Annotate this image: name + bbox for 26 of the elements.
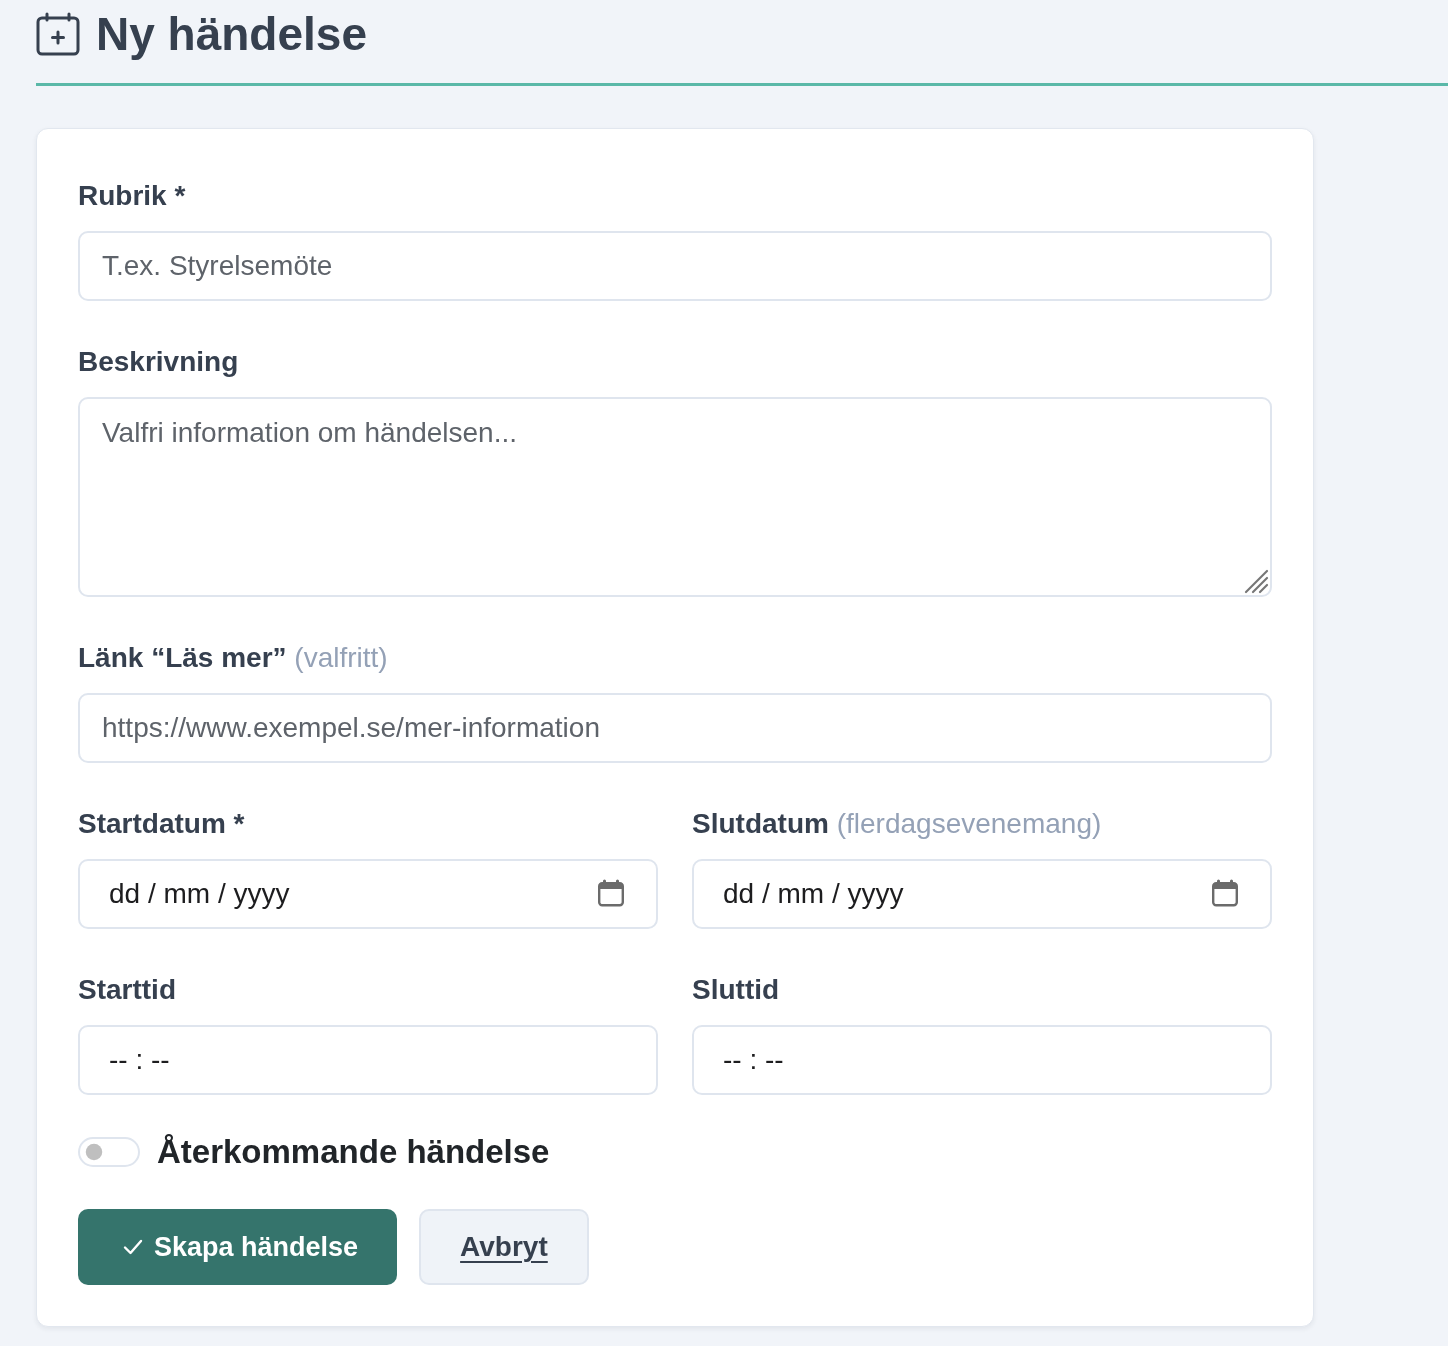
calendar-icon[interactable] <box>1211 879 1239 907</box>
page-title: Ny händelse <box>96 8 367 60</box>
toggle-label: Återkommande händelse <box>157 1133 550 1171</box>
text-field[interactable]: T.ex. Styrelsemöte <box>78 231 1272 301</box>
calendar-plus-icon <box>36 12 80 56</box>
text-area[interactable]: Valfri information om händelsen... <box>78 397 1272 597</box>
date-field[interactable]: dd / mm / yyyy <box>78 859 658 929</box>
field-label: Slutdatum <box>692 808 829 839</box>
field-label: Starttid <box>78 974 176 1005</box>
field-label: Länk “Läs mer” <box>78 642 287 673</box>
field-note: (flerdagsevenemang) <box>836 808 1102 839</box>
resize-grip-icon[interactable] <box>1244 569 1269 594</box>
create-button[interactable]: Skapa händelse <box>78 1209 398 1285</box>
field-label: Sluttid <box>692 974 780 1005</box>
toggle-switch[interactable] <box>78 1137 140 1167</box>
check-icon <box>123 1239 143 1255</box>
field-label: Startdatum * <box>78 808 245 839</box>
field-label: Rubrik * <box>78 180 186 211</box>
field-note: (valfritt) <box>294 642 388 673</box>
field-label: Beskrivning <box>78 346 239 377</box>
calendar-icon[interactable] <box>597 879 625 907</box>
date-field[interactable]: dd / mm / yyyy <box>692 859 1272 929</box>
time-field[interactable]: -- : -- <box>78 1025 658 1095</box>
time-field[interactable]: -- : -- <box>692 1025 1272 1095</box>
url-field[interactable]: https://www.exempel.se/mer-information <box>78 693 1272 763</box>
cancel-button[interactable]: Avbryt <box>419 1209 589 1285</box>
